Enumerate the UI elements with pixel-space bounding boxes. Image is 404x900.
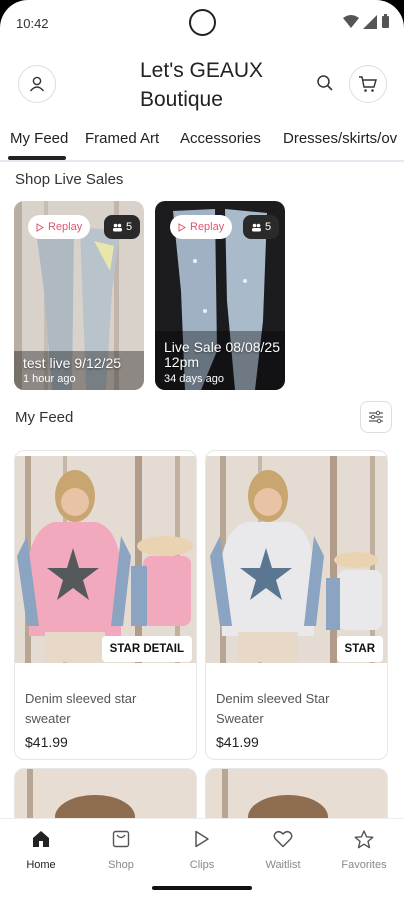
live-card-time: 1 hour ago [23,373,76,385]
live-section-title: Shop Live Sales [15,171,124,188]
filter-button[interactable] [360,401,392,433]
app-header: Let's GEAUX Boutique [0,50,404,118]
replay-badge: Replay [28,215,91,239]
shop-icon [112,830,130,848]
tab-my-feed[interactable]: My Feed [10,130,68,147]
play-icon [36,222,44,232]
heart-icon [273,830,293,848]
product-card[interactable]: STAR DETAIL Denim sleeved star sweater $… [14,450,197,760]
nav-waitlist-label: Waitlist [265,859,301,871]
product-image [15,456,196,663]
profile-button[interactable] [18,65,56,103]
viewers-count: 5 [264,221,272,233]
nav-shop[interactable]: Shop [81,819,161,881]
product-tag: STAR [336,636,383,662]
cart-button[interactable] [349,65,387,103]
filter-icon [369,410,383,424]
signal-icon [363,14,377,29]
system-icons [343,14,390,29]
nav-clips-label: Clips [189,859,215,871]
tab-accessories[interactable]: Accessories [180,130,261,147]
search-button[interactable] [313,71,337,95]
live-sale-card[interactable]: Replay 5 Live Sale 08/08/25 12pm 34 days… [155,201,285,390]
nav-waitlist[interactable]: Waitlist [243,819,323,881]
nav-favorites-label: Favorites [341,859,387,871]
category-tabs: My Feed Framed Art Accessories Dresses/s… [0,122,404,162]
replay-label: Replay [48,221,83,233]
replay-badge: Replay [170,215,233,239]
product-price: $41.99 [216,734,259,750]
status-bar: 10:42 [0,0,404,46]
live-card-time: 34 days ago [164,373,224,385]
app-screen: 10:42 Let's GEAUX Boutique My Feed Frame… [0,0,404,900]
star-icon [354,829,374,848]
play-icon [195,830,209,848]
nav-home[interactable]: Home [1,819,81,881]
active-tab-indicator [8,156,66,160]
nav-home-label: Home [26,859,56,871]
gesture-bar [0,880,404,900]
product-card[interactable]: STAR Denim sleeved Star Sweater $41.99 [205,450,388,760]
replay-label: Replay [190,221,225,233]
camera-cutout [189,9,216,36]
viewers-badge: 5 [243,215,279,239]
product-tag: STAR DETAIL [101,636,192,662]
battery-icon [382,14,389,28]
viewers-count: 5 [125,221,133,233]
nav-favorites[interactable]: Favorites [324,819,404,881]
feed-section-title: My Feed [15,409,74,426]
viewers-icon [112,223,122,231]
live-sale-card[interactable]: Replay 5 test live 9/12/25 1 hour ago [14,201,144,390]
product-price: $41.99 [25,734,68,750]
viewers-badge: 5 [104,215,140,239]
nav-shop-label: Shop [108,859,134,871]
tab-framed-art[interactable]: Framed Art [85,130,159,147]
live-card-title: Live Sale 08/08/25 12pm [164,339,280,370]
status-time: 10:42 [16,16,49,31]
live-card-title: test live 9/12/25 [23,355,122,371]
home-icon [33,831,49,847]
product-image [206,456,387,663]
user-icon [29,76,45,92]
bottom-navigation: Home Shop Clips Waitlist Favorites [0,818,404,880]
gesture-handle[interactable] [152,886,252,890]
play-icon [178,222,186,232]
product-name: Denim sleeved star sweater [25,691,137,726]
viewers-icon [251,223,261,231]
search-icon [317,75,333,91]
brand-title: Let's GEAUX Boutique [140,59,264,111]
wifi-icon [343,14,359,28]
nav-clips[interactable]: Clips [162,819,242,881]
cart-icon [359,76,377,92]
product-name: Denim sleeved Star Sweater [216,691,330,726]
tab-dresses[interactable]: Dresses/skirts/ov [283,130,397,147]
